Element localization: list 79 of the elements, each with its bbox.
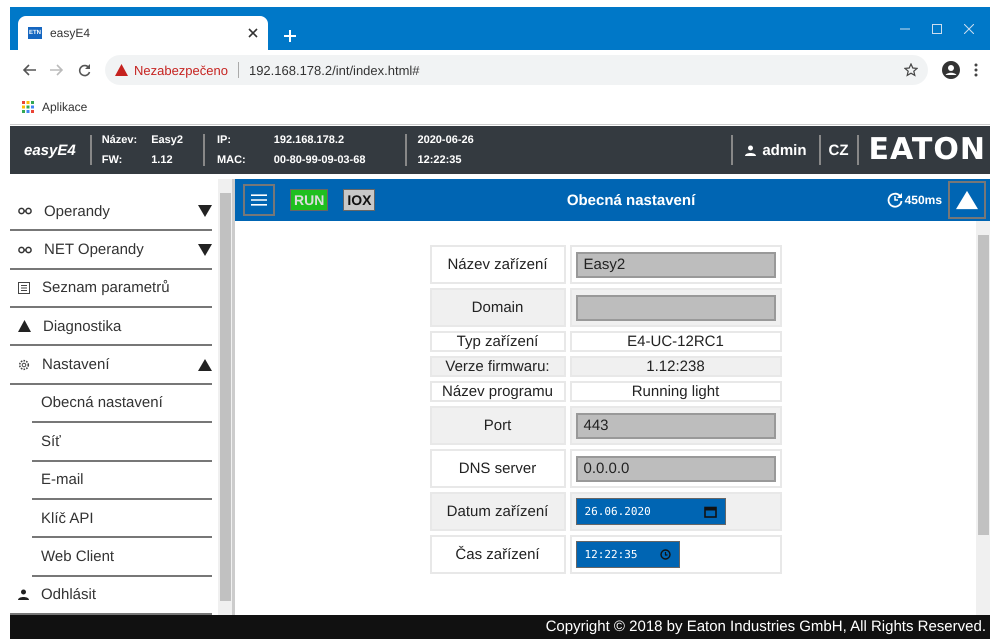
security-label: Nezabezpečeno bbox=[134, 62, 228, 78]
setting-label: Domain bbox=[430, 288, 566, 327]
new-tab-icon[interactable] bbox=[284, 30, 296, 42]
menu-item[interactable]: NET Operandy bbox=[10, 231, 212, 270]
info-value: 1.12 bbox=[151, 154, 174, 166]
list-icon bbox=[18, 282, 30, 294]
submenu-item[interactable]: Síť bbox=[32, 423, 212, 462]
scrollbar[interactable] bbox=[218, 179, 232, 615]
setting-label: Název zařízení bbox=[430, 245, 566, 284]
status-button[interactable]: IOX bbox=[343, 189, 376, 211]
submenu-item[interactable]: E-mail bbox=[32, 462, 212, 500]
text-field[interactable]: 443 bbox=[576, 412, 776, 438]
profile-icon[interactable] bbox=[942, 61, 960, 79]
caret-down-icon bbox=[198, 205, 212, 218]
clock-icon bbox=[660, 549, 670, 560]
info-label: IP: bbox=[217, 134, 232, 146]
close-icon[interactable] bbox=[248, 28, 258, 38]
scrollbar[interactable] bbox=[976, 221, 990, 615]
text-field[interactable]: 0.0.0.0 bbox=[576, 456, 776, 482]
setting-value: Running light bbox=[632, 383, 720, 400]
menu-item[interactable]: Nastavení bbox=[10, 346, 212, 385]
setting-label: Datum zařízení bbox=[430, 492, 566, 531]
warning-icon bbox=[18, 320, 31, 332]
scroll-up-button[interactable] bbox=[948, 181, 986, 219]
person-icon bbox=[745, 144, 756, 156]
submenu-item[interactable]: Obecná nastavení bbox=[32, 384, 212, 424]
copyright-footer: Copyright © 2018 by Eaton Industries GmbH, All Rights Reserved. bbox=[10, 615, 990, 639]
caret-down-icon bbox=[198, 244, 212, 256]
setting-value: 1.12:238 bbox=[646, 358, 705, 375]
info-label: Název: bbox=[102, 134, 138, 146]
info-value: Easy2 bbox=[151, 134, 183, 146]
menu-item[interactable]: Diagnostika bbox=[10, 308, 212, 346]
url-text: 192.168.178.2/int/index.html# bbox=[248, 62, 421, 78]
text-field[interactable] bbox=[576, 294, 776, 320]
glasses-icon bbox=[18, 207, 32, 216]
triangle-up-icon bbox=[956, 190, 978, 210]
setting-label: Název programu bbox=[430, 381, 566, 402]
refresh-clock-icon bbox=[886, 192, 903, 208]
caret-up-icon bbox=[198, 358, 212, 371]
maximize-icon[interactable] bbox=[932, 24, 942, 34]
menu-icon bbox=[251, 193, 267, 207]
menu-button[interactable] bbox=[243, 184, 275, 216]
setting-label: Typ zařízení bbox=[430, 331, 566, 352]
language-selector[interactable]: CZ bbox=[818, 135, 859, 165]
bookmark-link[interactable]: Aplikace bbox=[42, 100, 88, 114]
star-icon[interactable] bbox=[904, 63, 918, 77]
reload-icon[interactable] bbox=[78, 64, 91, 76]
date-field[interactable]: 26.06.2020 bbox=[576, 498, 726, 525]
menu-item[interactable]: Seznam parametrů bbox=[10, 270, 212, 308]
setting-label: DNS server bbox=[430, 449, 566, 488]
setting-label: Port bbox=[430, 406, 566, 445]
menu-icon[interactable] bbox=[974, 63, 978, 77]
cycle-time: 450ms bbox=[904, 193, 942, 207]
back-icon[interactable] bbox=[22, 64, 36, 76]
setting-label: Čas zařízení bbox=[430, 535, 566, 574]
info-label: FW: bbox=[102, 154, 124, 166]
brand-name: easyE4 bbox=[10, 135, 92, 165]
info-value: 00-80-99-09-03-68 bbox=[274, 154, 366, 166]
menu-item[interactable]: Operandy bbox=[10, 193, 212, 232]
apps-icon[interactable] bbox=[22, 101, 34, 113]
calendar-icon bbox=[704, 506, 716, 518]
user-menu[interactable]: admin bbox=[731, 135, 819, 165]
submenu-item[interactable]: Klíč API bbox=[32, 500, 212, 538]
header-time: 12:22:35 bbox=[417, 154, 462, 166]
submenu-item[interactable]: Web Client bbox=[32, 538, 212, 577]
person-icon bbox=[18, 589, 29, 600]
gear-icon bbox=[18, 358, 30, 371]
header-date: 2020-06-26 bbox=[417, 134, 474, 146]
company-logo: EATON bbox=[868, 135, 987, 165]
time-field[interactable]: 12:22:35 bbox=[576, 541, 680, 568]
warning-icon bbox=[115, 64, 128, 76]
page-title: Obecná nastavení bbox=[566, 192, 697, 208]
address-bar[interactable]: Nezabezpečeno 192.168.178.2/int/index.html# bbox=[105, 55, 928, 85]
setting-label: Verze firmwaru: bbox=[430, 356, 566, 377]
text-field[interactable]: Easy2 bbox=[576, 252, 776, 278]
glasses-icon bbox=[18, 246, 32, 254]
info-value: 192.168.178.2 bbox=[274, 134, 346, 146]
info-label: MAC: bbox=[217, 154, 246, 166]
setting-value: E4-UC-12RC1 bbox=[627, 333, 724, 350]
